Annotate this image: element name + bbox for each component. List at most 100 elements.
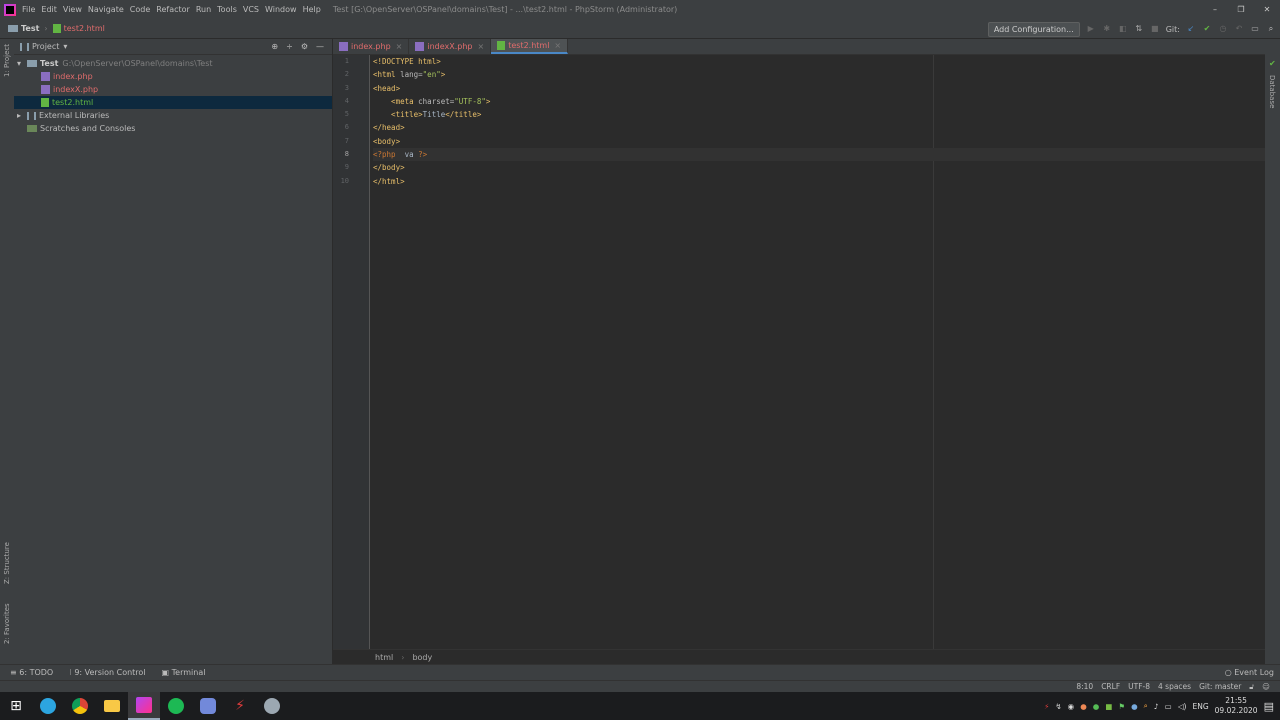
- code-line[interactable]: <meta charset="UTF-8">: [373, 95, 1263, 108]
- minimize-button[interactable]: –: [1202, 0, 1228, 19]
- taskbar-app-s[interactable]: [160, 692, 192, 720]
- notifications-icon[interactable]: ☺: [1262, 682, 1270, 691]
- taskbar-app-phpstorm[interactable]: [128, 692, 160, 720]
- code-line[interactable]: </html>: [373, 175, 1263, 188]
- close-icon[interactable]: ×: [478, 42, 485, 51]
- history-icon[interactable]: ◷: [1218, 24, 1228, 34]
- project-title[interactable]: Project: [32, 42, 59, 51]
- rollback-icon[interactable]: ↶: [1234, 24, 1244, 34]
- expand-arrow-icon[interactable]: ▸: [17, 109, 27, 122]
- stop-icon[interactable]: ■: [1150, 24, 1160, 34]
- layout-icon[interactable]: ▭: [1250, 24, 1260, 34]
- code-line[interactable]: <head>: [373, 82, 1263, 95]
- network-icon[interactable]: ▭: [1165, 702, 1172, 711]
- menu-vcs[interactable]: VCS: [243, 5, 259, 14]
- collapse-icon[interactable]: ÷: [286, 42, 293, 51]
- menu-view[interactable]: View: [63, 5, 82, 14]
- lock-icon[interactable]: 🔓︎: [1249, 682, 1254, 692]
- code-editor[interactable]: <!DOCTYPE html> <html lang="en"> <head> …: [373, 55, 1265, 188]
- tray-network-app-icon[interactable]: ●: [1131, 702, 1138, 711]
- terminal-tool-button[interactable]: ▣ Terminal: [162, 668, 206, 677]
- todo-tool-button[interactable]: ≡ 6: TODO: [10, 668, 53, 677]
- code-line[interactable]: <html lang="en">: [373, 68, 1263, 81]
- line-separator[interactable]: CRLF: [1101, 682, 1120, 691]
- close-icon[interactable]: ×: [554, 41, 561, 50]
- tree-external-libraries[interactable]: ▸ External Libraries: [14, 109, 332, 122]
- tray-app-icon[interactable]: ●: [1080, 702, 1087, 711]
- git-commit-icon[interactable]: ✔: [1202, 24, 1212, 34]
- expand-arrow-icon[interactable]: ▾: [17, 57, 27, 70]
- tray-nvidia-icon[interactable]: ■: [1105, 702, 1112, 711]
- version-control-tool-button[interactable]: ⁝ 9: Version Control: [69, 668, 145, 677]
- action-center-icon[interactable]: ▤: [1264, 700, 1274, 713]
- tab-test2-html[interactable]: test2.html ×: [491, 39, 569, 54]
- taskbar-app-lightning[interactable]: ⚡: [224, 692, 256, 720]
- code-line[interactable]: <body>: [373, 135, 1263, 148]
- taskbar-app-telegram[interactable]: [32, 692, 64, 720]
- tray-lightning-icon[interactable]: ⚡: [1044, 702, 1049, 711]
- code-line[interactable]: <title>Title</title>: [373, 108, 1263, 121]
- tray-steam-icon[interactable]: ◉: [1068, 702, 1075, 711]
- microphone-icon[interactable]: ♪: [1154, 702, 1159, 711]
- add-configuration-button[interactable]: Add Configuration...: [987, 21, 1080, 37]
- tab-indexx-php[interactable]: indexX.php ×: [409, 39, 492, 54]
- taskbar-app-explorer[interactable]: [96, 692, 128, 720]
- menu-refactor[interactable]: Refactor: [156, 5, 190, 14]
- chevron-down-icon[interactable]: ▾: [63, 42, 67, 51]
- restore-button[interactable]: ❐: [1228, 0, 1254, 19]
- tray-search-icon[interactable]: ⌕: [1144, 701, 1148, 711]
- favorites-tool-tab[interactable]: 2: Favorites: [3, 603, 11, 644]
- attach-icon[interactable]: ⇅: [1134, 24, 1144, 34]
- volume-icon[interactable]: ◁): [1178, 702, 1187, 711]
- menu-file[interactable]: File: [22, 5, 35, 14]
- file-encoding[interactable]: UTF-8: [1128, 682, 1150, 691]
- code-line[interactable]: <!DOCTYPE html>: [373, 55, 1263, 68]
- locate-icon[interactable]: ⊕: [271, 42, 278, 51]
- git-branch[interactable]: Git: master: [1199, 682, 1241, 691]
- hide-icon[interactable]: —: [316, 42, 324, 51]
- event-log-button[interactable]: ○ Event Log: [1225, 668, 1274, 677]
- run-icon[interactable]: ▶: [1086, 24, 1096, 34]
- coverage-icon[interactable]: ◧: [1118, 24, 1128, 34]
- nav-file[interactable]: test2.html: [64, 24, 105, 33]
- tray-sync-icon[interactable]: ↯: [1055, 702, 1061, 711]
- breadcrumb-body[interactable]: body: [412, 653, 432, 662]
- tree-root[interactable]: ▾ Test G:\OpenServer\OSPanel\domains\Tes…: [14, 57, 332, 70]
- taskbar-app-chrome[interactable]: [64, 692, 96, 720]
- tree-file-index[interactable]: index.php: [14, 70, 332, 83]
- menu-edit[interactable]: Edit: [41, 5, 57, 14]
- indent-setting[interactable]: 4 spaces: [1158, 682, 1191, 691]
- project-tool-tab[interactable]: 1: Project: [3, 44, 11, 77]
- taskbar-app-discord[interactable]: [192, 692, 224, 720]
- breadcrumb-html[interactable]: html: [375, 653, 393, 662]
- code-line[interactable]: </body>: [373, 161, 1263, 174]
- menu-run[interactable]: Run: [196, 5, 211, 14]
- tray-flag-icon[interactable]: ⚑: [1118, 702, 1125, 711]
- tree-file-indexx[interactable]: indexX.php: [14, 83, 332, 96]
- code-line[interactable]: </head>: [373, 121, 1263, 134]
- language-indicator[interactable]: ENG: [1192, 702, 1208, 711]
- close-button[interactable]: ✕: [1254, 0, 1280, 19]
- tree-file-test2[interactable]: test2.html: [14, 96, 332, 109]
- menu-tools[interactable]: Tools: [217, 5, 237, 14]
- caret-position[interactable]: 8:10: [1076, 682, 1093, 691]
- tray-whatsapp-icon[interactable]: ●: [1093, 702, 1100, 711]
- menu-navigate[interactable]: Navigate: [88, 5, 124, 14]
- taskbar-app-tool[interactable]: [256, 692, 288, 720]
- structure-tool-tab[interactable]: Z: Structure: [3, 542, 11, 584]
- close-icon[interactable]: ×: [396, 42, 403, 51]
- gear-icon[interactable]: ⚙: [301, 42, 308, 51]
- database-tool-tab[interactable]: Database: [1268, 75, 1276, 108]
- nav-project[interactable]: Test: [21, 24, 39, 33]
- tab-index-php[interactable]: index.php ×: [333, 39, 410, 54]
- code-line-current[interactable]: <?php va ?>: [373, 148, 1265, 162]
- search-icon[interactable]: ⌕: [1266, 24, 1276, 34]
- menu-code[interactable]: Code: [130, 5, 150, 14]
- menu-help[interactable]: Help: [303, 5, 321, 14]
- tree-scratches[interactable]: Scratches and Consoles: [14, 122, 332, 135]
- menu-window[interactable]: Window: [265, 5, 297, 14]
- clock[interactable]: 21:55 09.02.2020: [1215, 696, 1258, 716]
- start-button[interactable]: ⊞: [0, 692, 32, 720]
- git-update-icon[interactable]: ↙: [1186, 24, 1196, 34]
- debug-icon[interactable]: ✱: [1102, 24, 1112, 34]
